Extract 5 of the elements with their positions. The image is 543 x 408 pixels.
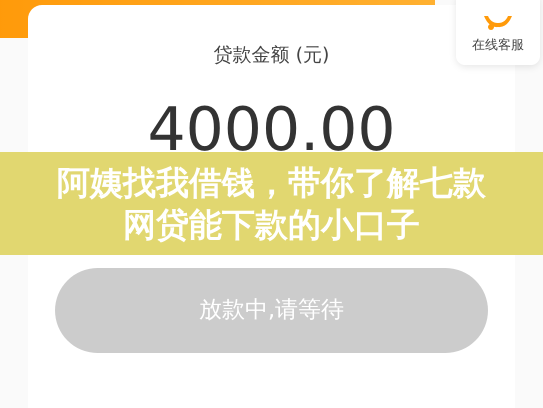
article-title: 阿姨找我借钱，带你了解七款网贷能下款的小口子 xyxy=(56,162,487,246)
customer-service-button[interactable]: 在线客服 xyxy=(456,0,540,65)
headset-icon xyxy=(481,16,515,30)
amount-label: 贷款金额 (元) xyxy=(214,43,330,68)
loan-amount: 4000.00 xyxy=(146,100,397,160)
